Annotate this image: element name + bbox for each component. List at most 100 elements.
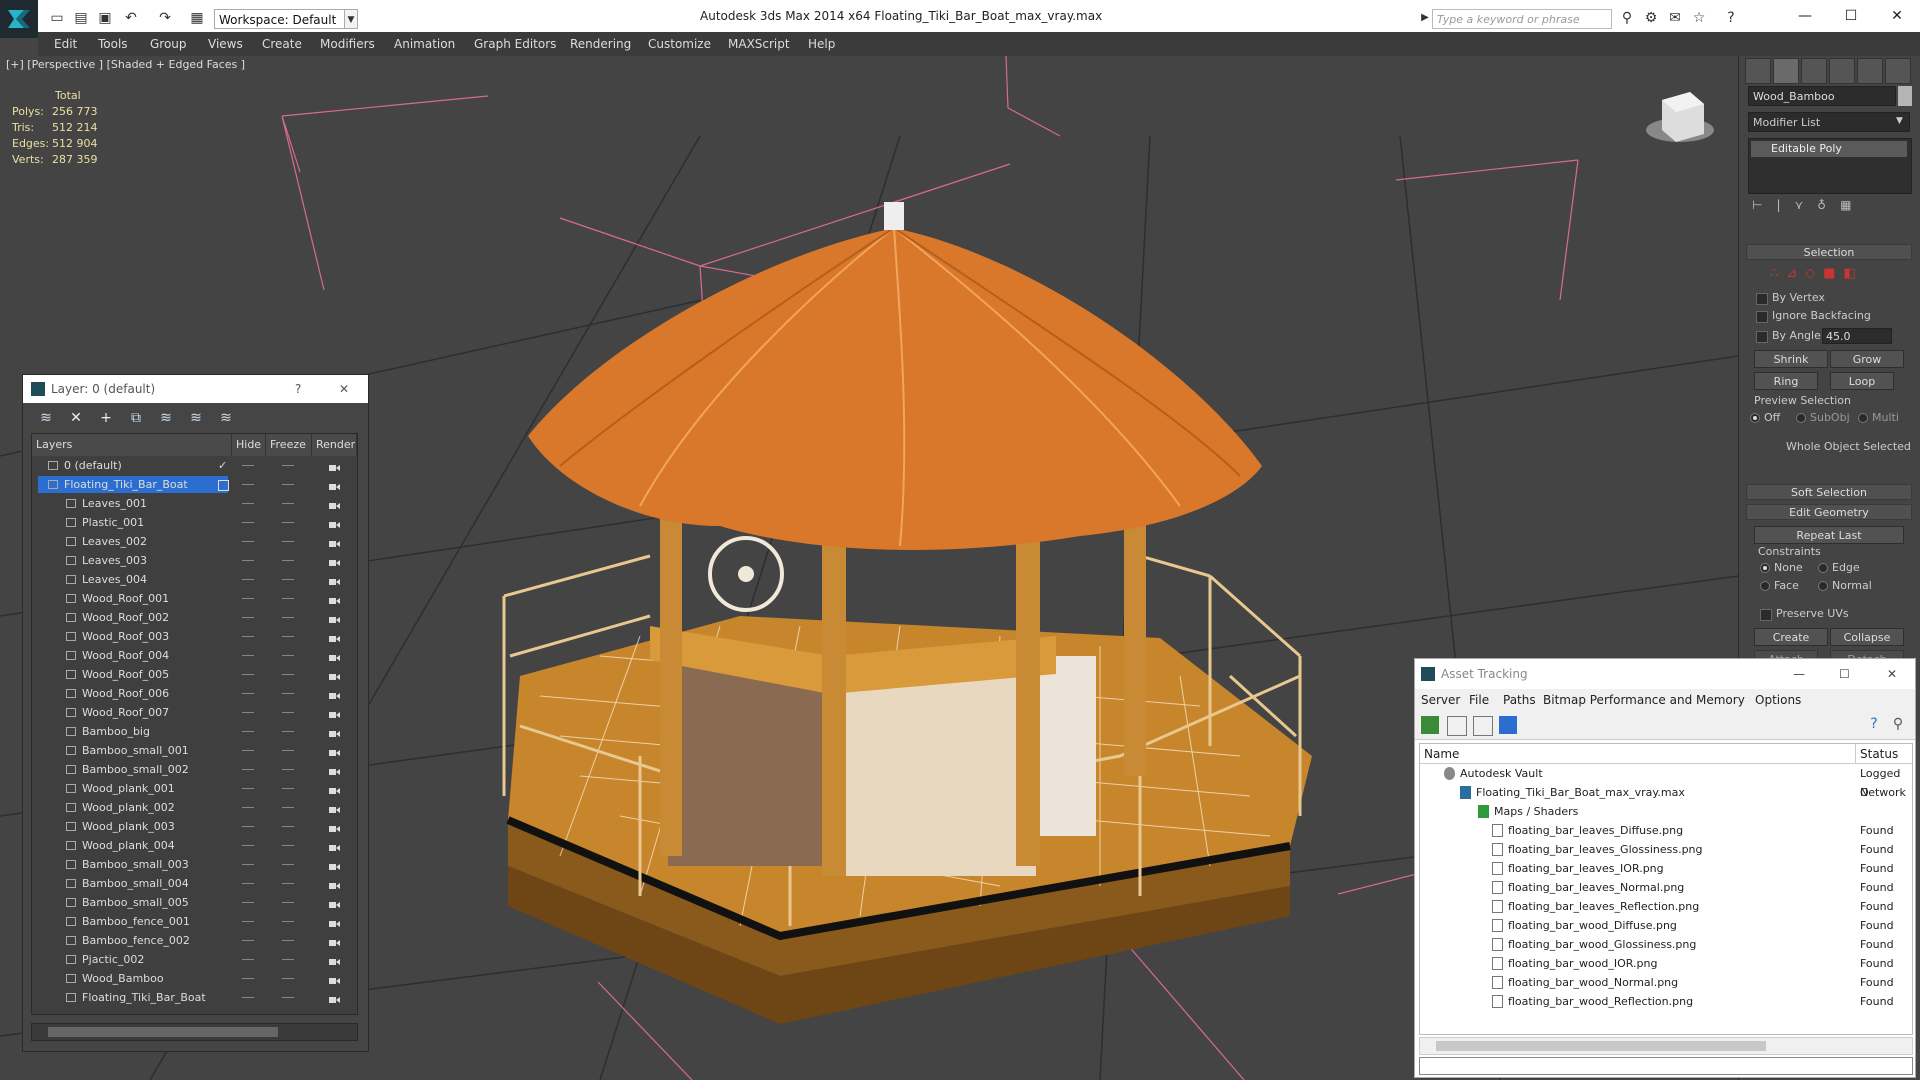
hide-toggle[interactable] [242,997,254,998]
save-file-icon[interactable]: ▣ [96,9,114,27]
asset-row[interactable]: floating_bar_leaves_Reflection.png Found [1420,897,1912,916]
hide-toggle[interactable] [242,465,254,466]
grow-button[interactable]: Grow [1830,350,1904,368]
render-teapot-icon[interactable] [328,859,340,870]
layer-row[interactable]: Leaves_004 [32,570,357,589]
by-angle-checkbox[interactable] [1756,331,1768,343]
subobject-level-icons[interactable]: ∴⊿◇■◧ [1770,266,1890,282]
render-teapot-icon[interactable] [328,745,340,756]
asset-path-field[interactable] [1419,1057,1913,1075]
layer-row[interactable]: Wood_Bamboo [32,969,357,988]
layer-row[interactable]: Wood_plank_003 [32,817,357,836]
active-layer-check-icon[interactable]: ✓ [218,456,227,475]
freeze-toggle[interactable] [282,465,294,466]
chevron-down-icon[interactable]: ▼ [344,9,358,29]
scrollbar-thumb[interactable] [48,1027,278,1037]
hide-toggle[interactable] [242,883,254,884]
binoculars-icon[interactable]: ⚲ [1618,9,1636,27]
edit-geometry-rollout-header[interactable]: Edit Geometry [1746,504,1912,520]
hide-toggle[interactable] [242,750,254,751]
redo-icon[interactable]: ↷ [156,9,174,27]
render-teapot-icon[interactable] [328,764,340,775]
close-button[interactable]: ✕ [1874,0,1920,32]
hide-toggle[interactable] [242,788,254,789]
layer-window-titlebar[interactable]: Layer: 0 (default) ? ✕ [23,375,368,403]
motion-tab-icon[interactable] [1829,58,1855,84]
utilities-tab-icon[interactable] [1885,58,1911,84]
pin-icon[interactable]: ⚲ [1889,716,1907,734]
render-teapot-icon[interactable] [328,802,340,813]
layer-stack-icon[interactable]: ≋ [37,409,55,427]
layer-row[interactable]: Leaves_003 [32,551,357,570]
maximize-button[interactable]: ☐ [1839,659,1850,689]
freeze-toggle[interactable] [282,845,294,846]
freeze-toggle[interactable] [282,997,294,998]
hide-toggle[interactable] [242,617,254,618]
project-folder-icon[interactable]: ▦ [188,9,206,27]
layer-row[interactable]: Bamboo_fence_001 [32,912,357,931]
hide-toggle[interactable] [242,959,254,960]
render-teapot-icon[interactable] [328,536,340,547]
create-tab-icon[interactable] [1745,58,1771,84]
layer-row[interactable]: Wood_plank_001 [32,779,357,798]
freeze-toggle[interactable] [282,541,294,542]
menu-rendering[interactable]: Rendering [570,32,631,56]
hide-toggle[interactable] [242,921,254,922]
render-teapot-icon[interactable] [328,479,340,490]
hide-toggle[interactable] [242,560,254,561]
layer-row[interactable]: Wood_Roof_005 [32,665,357,684]
layer-row[interactable]: Wood_plank_002 [32,798,357,817]
hierarchy-tab-icon[interactable] [1801,58,1827,84]
hide-toggle[interactable] [242,826,254,827]
render-teapot-icon[interactable] [328,460,340,471]
stack-item-editable-poly[interactable]: Editable Poly [1751,141,1907,157]
hide-toggle[interactable] [242,902,254,903]
freeze-toggle[interactable] [282,788,294,789]
modify-tab-icon[interactable] [1773,58,1799,84]
loop-button[interactable]: Loop [1830,372,1894,390]
asset-row[interactable]: floating_bar_wood_IOR.png Found [1420,954,1912,973]
refresh-icon[interactable] [1421,716,1439,734]
asset-row[interactable]: floating_bar_wood_Glossiness.png Found [1420,935,1912,954]
freeze-toggle[interactable] [282,484,294,485]
hide-toggle[interactable] [242,522,254,523]
constraint-face-radio[interactable] [1760,581,1770,591]
hide-all-icon[interactable]: ≋ [187,409,205,427]
freeze-toggle[interactable] [282,769,294,770]
render-teapot-icon[interactable] [328,669,340,680]
menu-help[interactable]: Help [808,32,835,56]
workspace-dropdown[interactable]: Workspace: Default [214,9,354,29]
create-button[interactable]: Create [1754,628,1828,646]
preview-off-radio[interactable] [1750,413,1760,423]
freeze-toggle[interactable] [282,655,294,656]
render-teapot-icon[interactable] [328,726,340,737]
hide-toggle[interactable] [242,769,254,770]
by-vertex-checkbox[interactable] [1756,293,1768,305]
render-teapot-icon[interactable] [328,517,340,528]
ignore-backfacing-checkbox[interactable] [1756,311,1768,323]
asset-row[interactable]: floating_bar_wood_Reflection.png Found [1420,992,1912,1011]
hide-toggle[interactable] [242,484,254,485]
new-file-icon[interactable]: ▭ [48,9,66,27]
asset-window-titlebar[interactable]: Asset Tracking — ☐ ✕ [1415,659,1915,689]
menu-graph-editors[interactable]: Graph Editors [474,32,556,56]
menu-file[interactable]: File [1469,689,1489,711]
asset-row[interactable]: floating_bar_wood_Diffuse.png Found [1420,916,1912,935]
layer-row[interactable]: Wood_Roof_003 [32,627,357,646]
column-name[interactable]: Name [1420,744,1856,764]
freeze-toggle[interactable] [282,826,294,827]
render-teapot-icon[interactable] [328,992,340,1003]
favorites-star-icon[interactable]: ☆ [1690,9,1708,27]
freeze-toggle[interactable] [282,693,294,694]
freeze-toggle[interactable] [282,522,294,523]
freeze-toggle[interactable] [282,579,294,580]
set-active-box-icon[interactable] [218,480,229,491]
display-tab-icon[interactable] [1857,58,1883,84]
hide-toggle[interactable] [242,712,254,713]
layer-row[interactable]: Wood_Roof_004 [32,646,357,665]
render-teapot-icon[interactable] [328,593,340,604]
asset-row[interactable]: floating_bar_leaves_Glossiness.png Found [1420,840,1912,859]
render-teapot-icon[interactable] [328,897,340,908]
layer-row[interactable]: Wood_Roof_006 [32,684,357,703]
thumbnail-view-icon[interactable] [1473,716,1493,736]
